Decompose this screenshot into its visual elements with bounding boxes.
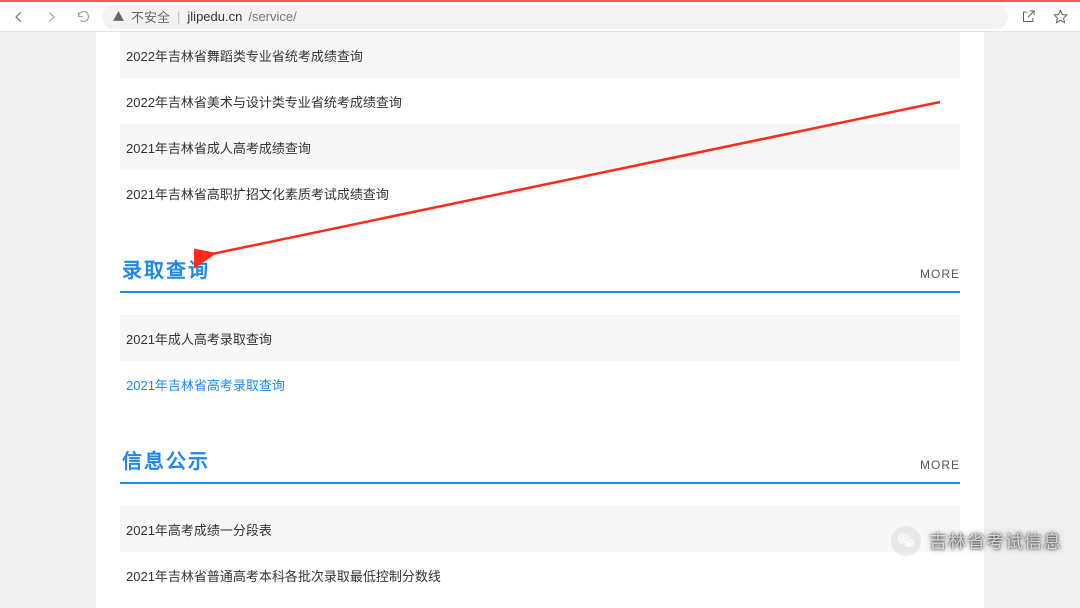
more-link[interactable]: MORE <box>920 458 960 474</box>
reload-button[interactable] <box>70 5 96 29</box>
list-item[interactable]: 2021年吉林省普通高考本科各批次录取最低控制分数线 <box>120 552 960 598</box>
list-item[interactable]: 2021年成人高考录取查询 <box>120 315 960 361</box>
page-background: 2022年吉林省舞蹈类专业省统考成绩查询 2022年吉林省美术与设计类专业省统考… <box>0 32 1080 608</box>
list-item-link[interactable]: 2022年吉林省舞蹈类专业省统考成绩查询 <box>126 46 363 65</box>
toolbar-right <box>1008 5 1074 29</box>
nav-button-group <box>6 5 102 29</box>
list-item-link[interactable]: 2021年吉林省高职扩招文化素质考试成绩查询 <box>126 184 389 203</box>
section-header-admission: 录取查询 MORE <box>120 254 960 293</box>
share-icon[interactable] <box>1014 5 1042 29</box>
browser-toolbar: 不安全 | jlipedu.cn/service/ <box>0 2 1080 32</box>
list-item[interactable]: 2021年高考成绩一分段表 <box>120 506 960 552</box>
list-item[interactable]: 2022年吉林省美术与设计类专业省统考成绩查询 <box>120 78 960 124</box>
spacer <box>120 484 960 506</box>
spacer <box>120 293 960 315</box>
list-item-link[interactable]: 2021年吉林省高考录取查询 <box>126 375 285 394</box>
separator: | <box>177 9 180 24</box>
address-bar[interactable]: 不安全 | jlipedu.cn/service/ <box>102 5 1008 29</box>
more-link[interactable]: MORE <box>920 267 960 283</box>
list-item[interactable]: 2021年吉林省成人高考成绩查询 <box>120 124 960 170</box>
section-title: 信息公示 <box>122 445 210 474</box>
list-item-link[interactable]: 2021年吉林省普通高考本科各批次录取最低控制分数线 <box>126 566 441 585</box>
back-button[interactable] <box>6 5 32 29</box>
list-item[interactable]: 2021年吉林省高考录取查询 <box>120 361 960 407</box>
list-item-link[interactable]: 2021年成人高考录取查询 <box>126 329 272 348</box>
bookmark-star-icon[interactable] <box>1046 5 1074 29</box>
main-content: 2022年吉林省舞蹈类专业省统考成绩查询 2022年吉林省美术与设计类专业省统考… <box>96 32 984 608</box>
list-item-link[interactable]: 2022年吉林省美术与设计类专业省统考成绩查询 <box>126 92 402 111</box>
list-item-link[interactable]: 2021年吉林省成人高考成绩查询 <box>126 138 311 157</box>
section-header-info: 信息公示 MORE <box>120 445 960 484</box>
url-host: jlipedu.cn <box>187 9 242 24</box>
security-warning-text: 不安全 <box>131 7 170 26</box>
list-item-link[interactable]: 2021年高考成绩一分段表 <box>126 520 272 539</box>
security-warning-icon <box>112 10 125 23</box>
url-path: /service/ <box>248 9 296 24</box>
list-item[interactable]: 2021年吉林省高职扩招文化素质考试成绩查询 <box>120 170 960 216</box>
list-item[interactable]: 2022年吉林省舞蹈类专业省统考成绩查询 <box>120 32 960 78</box>
section-title: 录取查询 <box>122 254 210 283</box>
forward-button[interactable] <box>38 5 64 29</box>
